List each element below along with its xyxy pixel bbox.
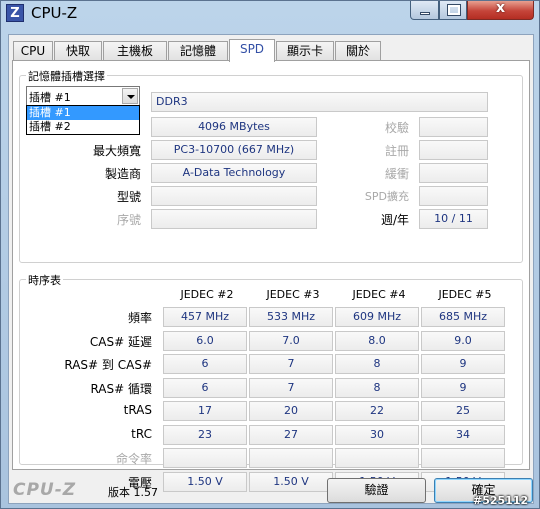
buffered-field: [419, 163, 488, 183]
slot-selection-legend: 記憶體插槽選擇: [26, 68, 107, 84]
timing-row-label: RAS# 到 CAS#: [64, 358, 152, 372]
timing-cell: 6: [163, 377, 247, 398]
timing-cell: 20: [249, 401, 333, 421]
timing-cell: 9: [421, 354, 505, 374]
correction-label: 校驗: [384, 121, 409, 135]
timing-row-label: tRAS: [123, 403, 152, 417]
tab-2[interactable]: 主機板: [103, 41, 167, 61]
part-number-field: [151, 186, 317, 206]
timing-cell: [163, 448, 247, 468]
timing-row-label: RAS# 循環: [90, 381, 152, 396]
timing-cell: 8: [335, 354, 419, 374]
watermark-text: #525112: [473, 494, 529, 507]
timing-cell: 22: [335, 401, 419, 421]
timing-cell: 27: [249, 424, 333, 445]
chevron-down-icon: [127, 95, 135, 99]
spd-panel: 記憶體插槽選擇 插槽 #1 插槽 #1 插槽 #2 DDR3 4096 MByte…: [12, 60, 530, 492]
timings-legend: 時序表: [26, 272, 63, 288]
timing-row-label: 命令率: [115, 452, 152, 466]
max-bandwidth-label: 最大頻寬: [92, 144, 141, 158]
timing-cell: 25: [421, 401, 505, 421]
tab-6[interactable]: 關於: [335, 41, 381, 61]
timing-cell: [335, 448, 419, 468]
manufacturer-label: 製造商: [104, 167, 141, 181]
timing-cell: 7: [249, 354, 333, 374]
part-number-label: 型號: [116, 190, 141, 204]
timing-cell: 533 MHz: [249, 307, 333, 327]
registered-label: 註冊: [384, 144, 409, 158]
week-year-field: 10 / 11: [419, 209, 488, 229]
timing-cell: 23: [163, 424, 247, 445]
timing-cell: 7.0: [249, 330, 333, 351]
cpuz-logo: CPU-Z: [13, 480, 77, 500]
app-icon: Z: [6, 4, 24, 22]
spd-ext-field: [419, 186, 488, 206]
buffered-label: 緩衝: [384, 167, 409, 181]
tab-5[interactable]: 顯示卡: [276, 41, 334, 61]
slot-dropdown-list: 插槽 #1 插槽 #2: [26, 105, 140, 135]
client-area: CPU 快取 主機板 記憶體 SPD 顯示卡 關於 記憶體插槽選擇 插槽 #1 插槽 #1 插…: [8, 34, 534, 504]
week-year-label: 週/年: [380, 213, 409, 227]
timing-column-header: JEDEC #4: [352, 288, 406, 301]
minimize-icon: [420, 12, 430, 15]
timing-cell: 34: [421, 424, 505, 445]
timing-column-header: JEDEC #2: [180, 288, 234, 301]
correction-field: [419, 117, 488, 137]
slot-option[interactable]: 插槽 #1: [27, 106, 139, 120]
window-title: CPU-Z: [31, 4, 78, 22]
timing-cell: [249, 448, 333, 468]
minimize-button[interactable]: [410, 1, 439, 20]
timing-cell: [421, 448, 505, 468]
slot-select-value: 插槽 #1: [29, 91, 71, 104]
manufacturer-field: A-Data Technology: [151, 163, 317, 183]
timing-cell: 6: [163, 354, 247, 374]
timings-group: 時序表 JEDEC #2 JEDEC #3 JEDEC #4 JEDEC #5 頻率 45…: [19, 272, 523, 492]
version-text: 版本 1.57: [108, 486, 158, 499]
timing-row-label: 頻率: [127, 311, 152, 325]
timing-column-header: JEDEC #5: [438, 288, 492, 301]
tab-0[interactable]: CPU: [13, 41, 53, 61]
timing-cell: 9.0: [421, 330, 505, 351]
timing-row-label: tRC: [131, 426, 152, 441]
slot-select[interactable]: 插槽 #1: [26, 86, 140, 106]
timing-cell: 457 MHz: [163, 307, 247, 327]
serial-field: [151, 209, 317, 229]
timing-cell: 8.0: [335, 330, 419, 351]
slot-option[interactable]: 插槽 #2: [27, 120, 139, 134]
module-size-field: 4096 MBytes: [151, 117, 317, 137]
timing-cell: 685 MHz: [421, 307, 505, 327]
timing-row-label: CAS# 延遲: [89, 334, 152, 349]
max-bandwidth-field: PC3-10700 (667 MHz): [151, 140, 317, 160]
timing-cell: 609 MHz: [335, 307, 419, 327]
tab-3[interactable]: 記憶體: [168, 41, 228, 61]
validate-button[interactable]: 驗證: [327, 478, 426, 503]
timing-cell: 9: [421, 377, 505, 398]
tab-1[interactable]: 快取: [54, 41, 102, 61]
timing-cell: 7: [249, 377, 333, 398]
slot-select-arrow[interactable]: [122, 88, 138, 104]
cpuz-window: Z CPU-Z x CPU 快取 主機板 記憶體 SPD 顯示卡 關於 記憶體插槽選擇 插槽…: [0, 0, 540, 509]
spd-ext-label: SPD擴充: [364, 190, 409, 203]
footer-bar: CPU-Z 版本 1.57 驗證 確定: [9, 473, 533, 503]
close-icon: x: [495, 0, 506, 16]
close-button[interactable]: x: [467, 0, 534, 20]
registered-field: [419, 140, 488, 160]
timing-cell: 30: [335, 424, 419, 445]
title-bar[interactable]: Z CPU-Z x: [1, 0, 539, 31]
serial-label: 序號: [116, 213, 141, 227]
maximize-button[interactable]: [439, 1, 467, 20]
timing-cell: 17: [163, 401, 247, 421]
timing-cell: 8: [335, 377, 419, 398]
tab-4[interactable]: SPD: [229, 39, 275, 62]
memory-type-field: DDR3: [151, 92, 488, 112]
maximize-icon: [447, 4, 461, 16]
timing-column-header: JEDEC #3: [266, 288, 320, 301]
timing-cell: 6.0: [163, 330, 247, 351]
